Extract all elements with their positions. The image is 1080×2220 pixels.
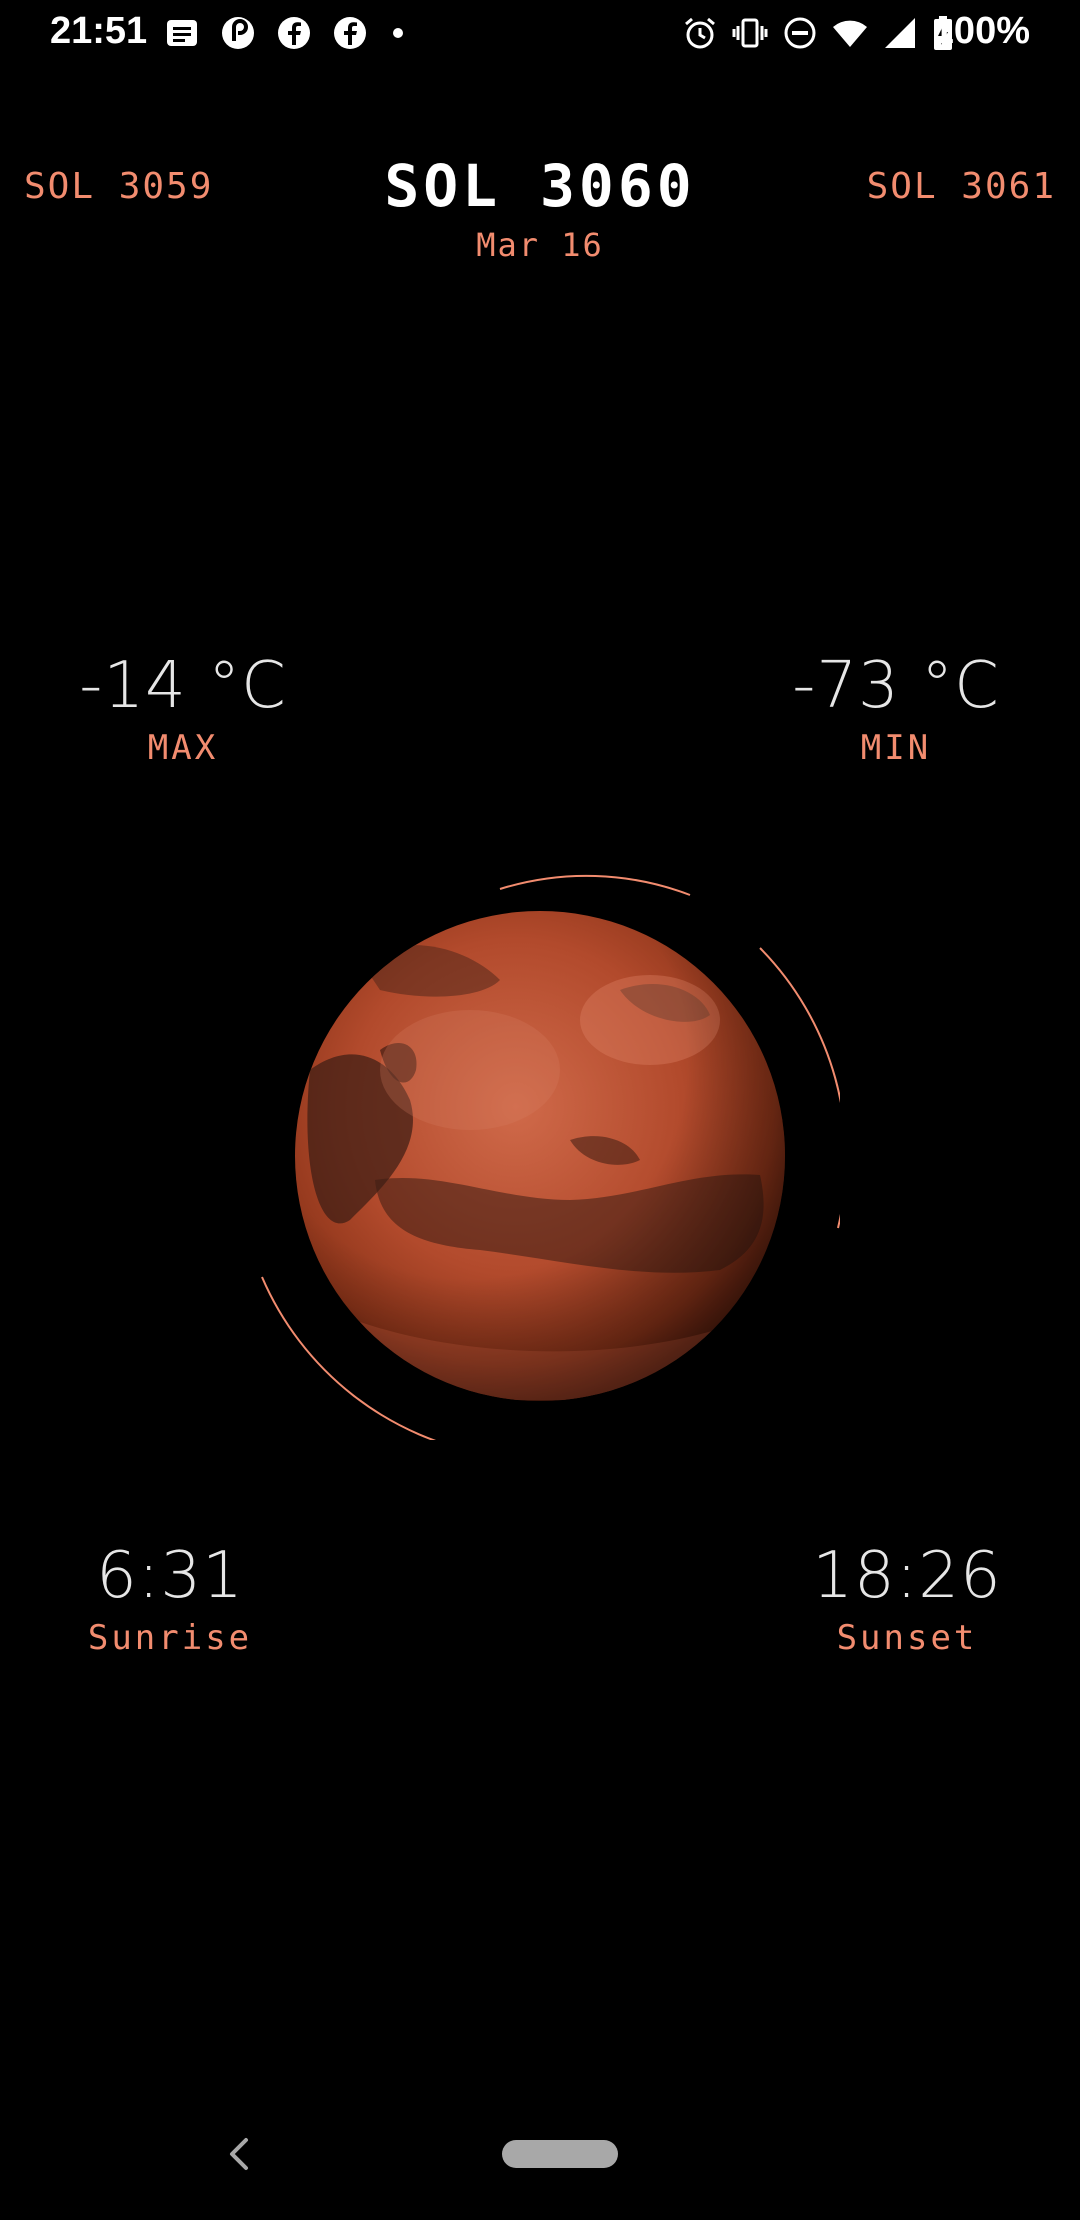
sol-earth-date: Mar 16 (476, 226, 604, 264)
battery-percent: 100% (932, 10, 1030, 52)
status-time: 21:51 (50, 10, 148, 52)
sunrise: 6:31 Sunrise (30, 1538, 310, 1658)
status-bar: 21:51 100% (0, 0, 1080, 66)
cell-signal-icon (882, 15, 918, 51)
wifi-icon (832, 15, 868, 51)
sunrise-label: Sunrise (87, 1618, 253, 1658)
min-temperature-label: MIN (860, 728, 932, 768)
system-icons (682, 14, 954, 52)
sunset: 18:26 Sunset (767, 1538, 1047, 1658)
messages-icon (164, 15, 200, 51)
facebook-icon (276, 15, 312, 51)
max-temperature-label: MAX (147, 728, 219, 768)
max-temperature: -14 °C MAX (43, 648, 323, 768)
min-temperature: -73 °C MIN (756, 648, 1036, 768)
back-icon[interactable] (220, 2134, 260, 2174)
vibrate-icon (732, 15, 768, 51)
alarm-icon (682, 15, 718, 51)
next-sol-button[interactable]: SOL 3061 (867, 166, 1056, 207)
sunset-time: 18:26 (812, 1539, 1002, 1613)
notification-icons (164, 14, 408, 52)
sunset-label: Sunset (836, 1618, 978, 1658)
facebook-icon (332, 15, 368, 51)
home-pill[interactable] (502, 2140, 618, 2168)
min-temperature-value: -73 °C (792, 649, 1000, 723)
do-not-disturb-icon (782, 15, 818, 51)
mars-planet-image (240, 840, 840, 1440)
more-dot-icon (388, 15, 408, 51)
sunrise-time: 6:31 (96, 1539, 244, 1613)
max-temperature-value: -14 °C (79, 649, 287, 723)
pocket-casts-icon (220, 15, 256, 51)
